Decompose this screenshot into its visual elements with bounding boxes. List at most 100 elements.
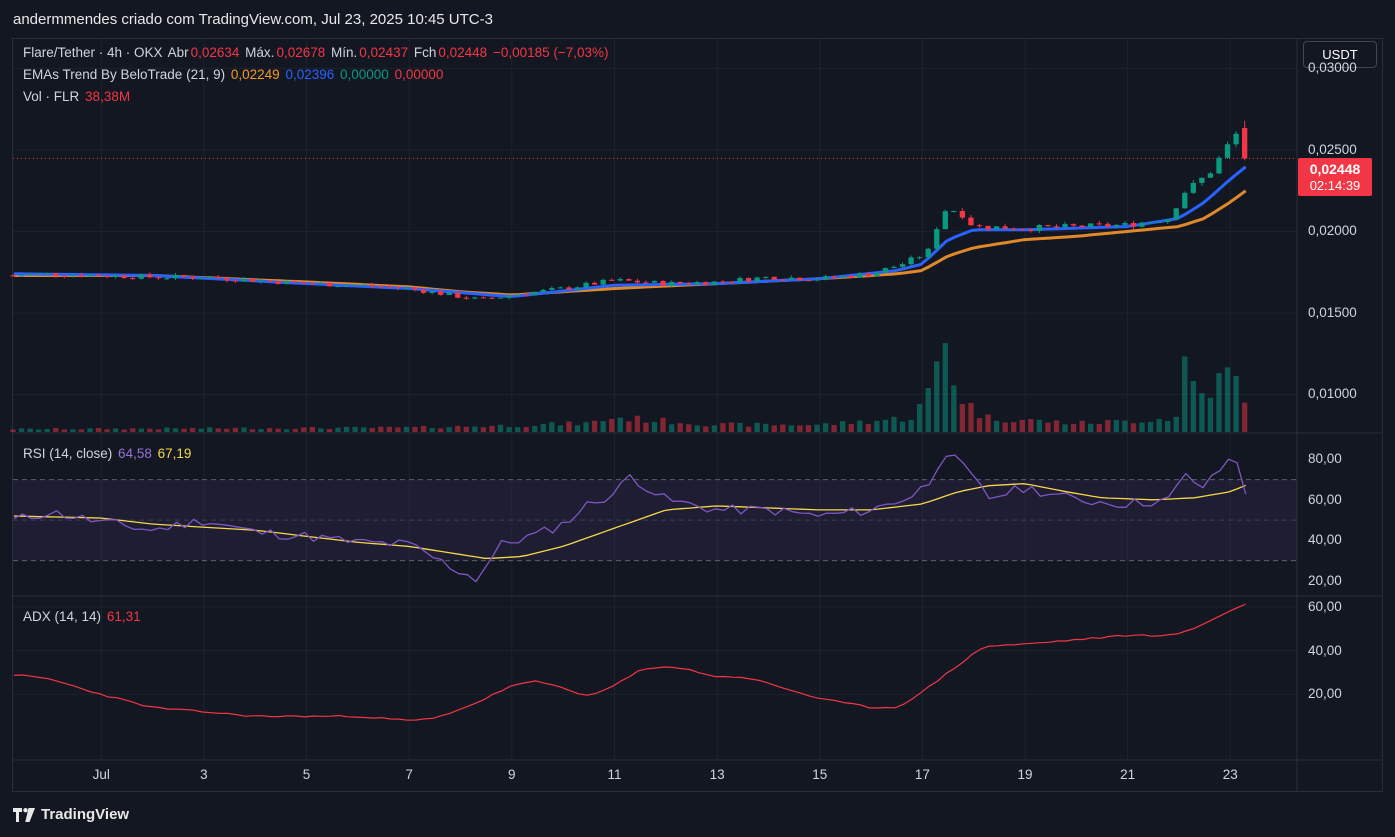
- volume-bar: [87, 428, 93, 432]
- volume-bar: [326, 428, 333, 432]
- volume-bar: [1173, 416, 1179, 432]
- candle-body: [361, 284, 367, 286]
- candle-body: [420, 289, 427, 293]
- symbol-name[interactable]: Flare/Tether · 4h · OKX: [23, 45, 163, 60]
- candle-body: [1173, 208, 1179, 220]
- candle-body: [874, 272, 880, 277]
- volume-bar: [352, 426, 358, 432]
- candle-body: [1207, 173, 1214, 178]
- volume-bar: [335, 427, 341, 432]
- candle-body: [848, 275, 854, 278]
- rsi-tick-label: 40,00: [1308, 532, 1342, 548]
- volume-bar: [343, 426, 350, 432]
- ema-indicator-name[interactable]: EMAs Trend By BeloTrade (21, 9): [23, 67, 225, 82]
- candle-body: [1199, 177, 1205, 183]
- adx-indicator-name[interactable]: ADX (14, 14): [23, 609, 101, 624]
- pane-separators: [12, 38, 1383, 792]
- volume-bar: [386, 426, 392, 432]
- candle-body: [395, 287, 401, 289]
- volume-indicator-name[interactable]: Vol · FLR: [23, 89, 79, 104]
- x-tick-label: 19: [1017, 767, 1033, 782]
- candle-body: [1079, 225, 1085, 228]
- price-legend: Flare/Tether · 4h · OKX Abr 0,02634 Máx. 0…: [23, 45, 611, 60]
- volume-bar: [540, 423, 546, 432]
- candle-body: [369, 284, 375, 287]
- volume-bar: [959, 404, 966, 432]
- volume-bar: [1224, 367, 1231, 432]
- candle-body: [1156, 222, 1162, 224]
- candle-body: [27, 274, 33, 276]
- candle-body: [224, 278, 230, 281]
- volume-bar: [164, 427, 170, 432]
- candle-body: [1242, 128, 1248, 159]
- candle-body: [284, 280, 290, 284]
- brand-name: TradingView: [41, 806, 130, 823]
- candle-body: [78, 274, 85, 277]
- volume-bar: [95, 427, 102, 432]
- volume-bar: [1096, 423, 1102, 432]
- candle-body: [1070, 224, 1077, 226]
- candle-body: [10, 275, 16, 277]
- volume-bar: [814, 424, 820, 432]
- rsi-indicator-name[interactable]: RSI (14, close): [23, 446, 112, 461]
- volume-bar: [112, 428, 119, 432]
- volume-bar: [805, 425, 812, 432]
- candle-body: [18, 275, 25, 277]
- candle-body: [1122, 222, 1128, 225]
- volume-bar: [292, 428, 298, 432]
- open-value: 0,02634: [190, 45, 240, 60]
- volume-bar: [566, 421, 572, 432]
- ema9-value: 0,02396: [285, 67, 335, 82]
- candle-body: [771, 276, 777, 280]
- candle-body: [1147, 222, 1154, 224]
- candle-body: [617, 279, 623, 281]
- candle-body: [189, 276, 196, 279]
- change-value: −0,00185 (−7,03%): [492, 45, 609, 60]
- volume-bars: [10, 343, 1248, 432]
- candle-body: [121, 275, 127, 279]
- candle-body: [985, 225, 991, 230]
- candle-body: [275, 281, 281, 284]
- volume-bar: [318, 428, 324, 432]
- volume-bar: [232, 427, 239, 432]
- candle-body: [403, 287, 410, 289]
- high-value: 0,02678: [276, 45, 326, 60]
- price-tick-label: 0,02000: [1308, 223, 1357, 239]
- chart-canvas[interactable]: [0, 0, 1395, 837]
- candle-body: [942, 211, 948, 230]
- candle-body: [309, 283, 316, 285]
- volume-bar: [771, 425, 777, 432]
- close-value: 0,02448: [438, 45, 488, 60]
- low-value: 0,02437: [359, 45, 409, 60]
- volume-bar: [899, 421, 906, 432]
- candle-body: [514, 294, 521, 296]
- volume-bar: [728, 422, 735, 432]
- volume-bar: [78, 429, 85, 432]
- price-tick-label: 0,01000: [1308, 386, 1357, 402]
- candle-body: [711, 281, 718, 285]
- x-tick-label: 17: [914, 767, 930, 782]
- volume-bar: [446, 427, 452, 432]
- candle-body: [634, 280, 641, 283]
- volume-bar: [763, 423, 769, 432]
- volume-bar: [925, 388, 931, 432]
- candle-body: [104, 276, 110, 278]
- volume-bar: [258, 428, 264, 432]
- candle-body: [378, 286, 384, 288]
- volume-bar: [61, 429, 67, 432]
- candle-body: [70, 274, 76, 277]
- candle-body: [326, 282, 333, 287]
- volume-bar: [609, 418, 615, 432]
- candle-body: [831, 276, 837, 278]
- volume-bar: [27, 428, 33, 432]
- candle-body: [780, 279, 786, 281]
- price-tick-label: 0,03000: [1308, 60, 1357, 76]
- volume-bar: [822, 423, 829, 432]
- candle-body: [249, 278, 256, 282]
- volume-bar: [1156, 418, 1162, 432]
- tradingview-brand[interactable]: TradingView: [13, 806, 129, 823]
- volume-bar: [1011, 422, 1017, 432]
- volume-bar: [1182, 356, 1188, 432]
- volume-bar: [1070, 423, 1077, 432]
- candle-body: [36, 273, 42, 275]
